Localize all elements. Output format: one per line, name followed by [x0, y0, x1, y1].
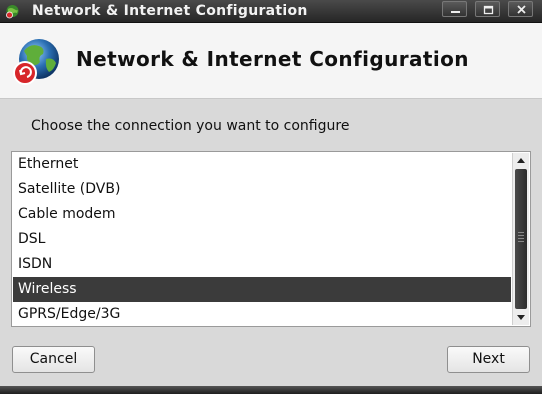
list-item-satellite[interactable]: Satellite (DVB) [13, 177, 511, 202]
list-item-isdn[interactable]: ISDN [13, 252, 511, 277]
list-scrollbar[interactable] [512, 153, 529, 325]
cancel-button[interactable]: Cancel [12, 346, 95, 373]
instruction-label: Choose the connection you want to config… [31, 118, 350, 134]
list-item-gprs[interactable]: GPRS/Edge/3G [13, 302, 511, 326]
list-item-wireless[interactable]: Wireless [13, 277, 511, 302]
scroll-thumb[interactable] [515, 169, 527, 309]
title-bar[interactable]: Network & Internet Configuration [0, 0, 542, 23]
window-bottom-border [0, 386, 542, 394]
minimize-button[interactable] [442, 1, 467, 17]
app-globe-icon [6, 5, 19, 19]
list-item-ethernet[interactable]: Ethernet [13, 152, 511, 177]
network-config-window: Network & Internet Configuration Network… [0, 0, 542, 394]
header-banner: Network & Internet Configuration [0, 23, 542, 99]
list-item-dsl[interactable]: DSL [13, 227, 511, 252]
network-globe-icon [13, 39, 59, 85]
maximize-button[interactable] [475, 1, 500, 17]
next-button[interactable]: Next [447, 346, 530, 373]
list-item-cable-modem[interactable]: Cable modem [13, 202, 511, 227]
connection-list[interactable]: Ethernet Satellite (DVB) Cable modem DSL… [11, 151, 531, 327]
minimize-icon [451, 11, 460, 13]
scroll-up-arrow-icon[interactable] [513, 154, 529, 168]
close-button[interactable] [508, 1, 533, 17]
close-icon [517, 5, 526, 14]
window-title: Network & Internet Configuration [32, 3, 308, 19]
scroll-down-arrow-icon[interactable] [513, 310, 529, 324]
maximize-icon [483, 5, 494, 15]
scroll-grip-icon [518, 232, 524, 242]
page-title: Network & Internet Configuration [76, 47, 469, 71]
